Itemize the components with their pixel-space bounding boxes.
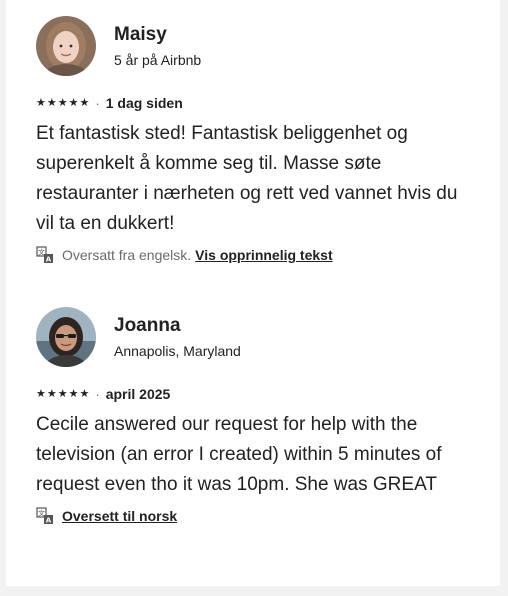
star-icon: ★ bbox=[46, 388, 57, 400]
translation-row: 文 A Oversett til norsk bbox=[36, 507, 476, 525]
meta-separator: · bbox=[95, 95, 100, 111]
star-icon: ★ bbox=[79, 97, 90, 109]
svg-text:文: 文 bbox=[38, 247, 45, 256]
reviewer-name[interactable]: Maisy bbox=[114, 23, 201, 47]
review-item: Maisy 5 år på Airbnb ★ ★ ★ ★ ★ · 1 dag s… bbox=[36, 16, 476, 264]
rating-stars: ★ ★ ★ ★ ★ bbox=[36, 388, 89, 400]
translate-link[interactable]: Oversett til norsk bbox=[62, 507, 177, 525]
review-header: Maisy 5 år på Airbnb bbox=[36, 16, 476, 76]
star-icon: ★ bbox=[79, 388, 90, 400]
star-icon: ★ bbox=[36, 388, 46, 400]
reviewer-subtitle: Annapolis, Maryland bbox=[114, 343, 241, 359]
review-item: Joanna Annapolis, Maryland ★ ★ ★ ★ ★ · a… bbox=[36, 307, 476, 525]
rating-stars: ★ ★ ★ ★ ★ bbox=[36, 97, 89, 109]
reviewer-info: Joanna Annapolis, Maryland bbox=[114, 314, 241, 360]
reviewer-info: Maisy 5 år på Airbnb bbox=[114, 23, 201, 69]
avatar[interactable] bbox=[36, 16, 96, 76]
meta-separator: · bbox=[95, 386, 100, 402]
reviewer-subtitle: 5 år på Airbnb bbox=[114, 52, 202, 68]
reviewer-name[interactable]: Joanna bbox=[114, 314, 241, 338]
translation-row: 文 A Oversatt fra engelsk. Vis opprinneli… bbox=[36, 246, 476, 264]
avatar-photo-icon bbox=[36, 16, 96, 76]
svg-text:文: 文 bbox=[38, 508, 45, 517]
star-icon: ★ bbox=[68, 388, 79, 400]
review-meta: ★ ★ ★ ★ ★ · april 2025 bbox=[36, 385, 476, 403]
star-icon: ★ bbox=[46, 97, 57, 109]
svg-text:A: A bbox=[46, 255, 52, 263]
review-text: Et fantastisk sted! Fantastisk beliggenh… bbox=[36, 123, 458, 234]
review-meta: ★ ★ ★ ★ ★ · 1 dag siden bbox=[36, 94, 476, 112]
review-header: Joanna Annapolis, Maryland bbox=[36, 307, 476, 367]
star-icon: ★ bbox=[57, 388, 68, 400]
review-date: 1 dag siden bbox=[105, 95, 183, 111]
star-icon: ★ bbox=[36, 97, 46, 109]
review-text: Cecile answered our request for help wit… bbox=[36, 414, 442, 495]
star-icon: ★ bbox=[68, 97, 79, 109]
svg-text:A: A bbox=[46, 516, 52, 524]
show-original-link[interactable]: Vis opprinnelig tekst bbox=[195, 246, 332, 264]
reviews-card: Maisy 5 år på Airbnb ★ ★ ★ ★ ★ · 1 dag s… bbox=[6, 0, 500, 586]
translation-note: Oversatt fra engelsk. bbox=[62, 247, 192, 263]
review-date: april 2025 bbox=[105, 386, 171, 402]
translate-icon: 文 A bbox=[36, 507, 53, 524]
avatar[interactable] bbox=[36, 307, 96, 367]
star-icon: ★ bbox=[57, 97, 68, 109]
avatar-photo-icon bbox=[36, 307, 96, 367]
translate-icon: 文 A bbox=[36, 246, 53, 263]
